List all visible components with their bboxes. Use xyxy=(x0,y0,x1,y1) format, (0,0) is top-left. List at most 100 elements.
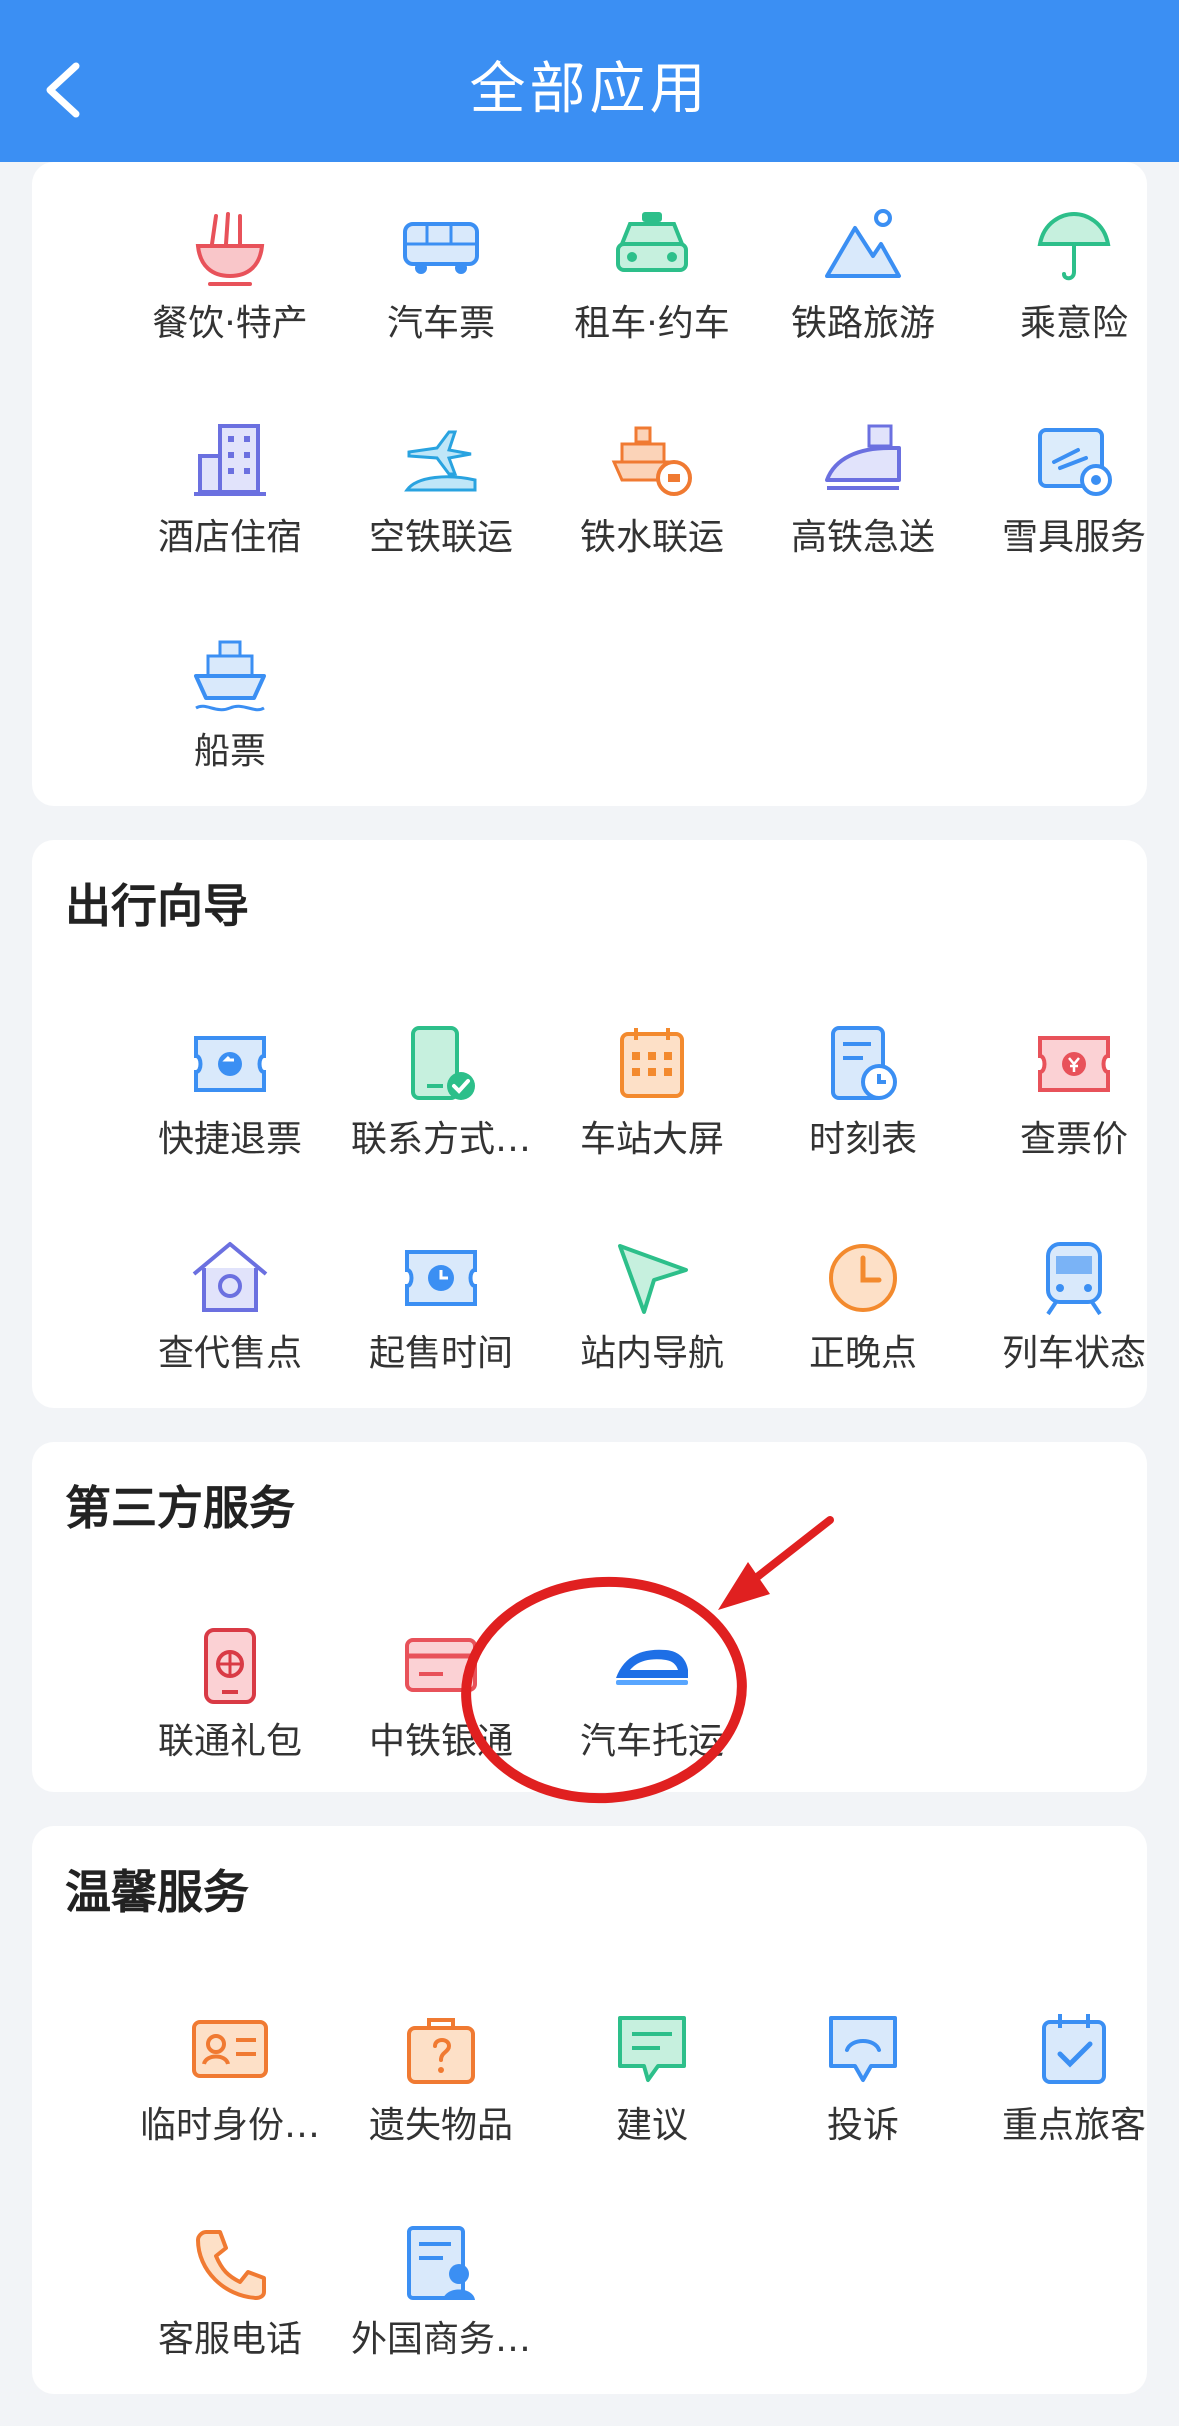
app-item-complaint[interactable]: 投诉 xyxy=(758,2006,968,2146)
lost-bag-icon xyxy=(407,2018,475,2084)
mountain-icon xyxy=(825,209,901,278)
station-screen-icon xyxy=(620,1028,684,1098)
suggestion-icon xyxy=(618,2016,686,2082)
phone-check-icon xyxy=(411,1026,475,1100)
app-item-unicom-gift[interactable]: 联通礼包 xyxy=(125,1622,335,1762)
app-item-label: 租车·约车 xyxy=(574,303,730,344)
id-card-icon xyxy=(192,2020,268,2078)
page-title: 全部应用 xyxy=(469,57,710,122)
app-item-air-rail[interactable]: 空铁联运 xyxy=(336,418,546,558)
express-train-icon xyxy=(825,424,901,490)
app-item-suggestion[interactable]: 建议 xyxy=(547,2006,757,2146)
app-item-delay-status[interactable]: 正晚点 xyxy=(758,1234,968,1374)
app-item-station-screen[interactable]: 车站大屏 xyxy=(547,1020,757,1160)
app-item-lost-items[interactable]: 遗失物品 xyxy=(336,2006,546,2146)
app-item-rail-water[interactable]: 铁水联运 xyxy=(547,418,757,558)
app-item-rail-tourism[interactable]: 铁路旅游 xyxy=(758,204,968,344)
app-item-car-shipping[interactable]: 汽车托运 xyxy=(547,1622,757,1762)
app-item-label: 站内导航 xyxy=(579,1333,724,1374)
ship-icon xyxy=(194,640,266,712)
app-item-service-hotline[interactable]: 客服电话 xyxy=(125,2220,335,2360)
hotel-building-icon xyxy=(194,424,266,496)
card-travel-services: 餐饮·特产 汽车票 租车·约车 铁路旅游 乘意险 酒店住宿 空铁联运 铁水联运 … xyxy=(32,162,1147,806)
app-item-label: 投诉 xyxy=(826,2105,899,2146)
app-item-train-status[interactable]: 列车状态 xyxy=(969,1234,1179,1374)
umbrella-icon xyxy=(1037,211,1111,281)
car-shipping-icon xyxy=(616,1649,688,1685)
app-item-label: 铁水联运 xyxy=(579,517,724,558)
app-item-sale-time[interactable]: 起售时间 xyxy=(336,1234,546,1374)
section-title: 出行向导 xyxy=(65,879,249,933)
app-item-label: 建议 xyxy=(615,2105,688,2146)
navigation-arrow-icon xyxy=(618,1244,688,1314)
plane-train-icon xyxy=(404,430,477,492)
app-header: 全部应用 xyxy=(0,0,1179,162)
refund-ticket-icon xyxy=(194,1036,266,1092)
app-item-label: 查票价 xyxy=(1019,1119,1128,1160)
app-item-timetable[interactable]: 时刻表 xyxy=(758,1020,968,1160)
app-item-label: 餐饮·特产 xyxy=(152,303,308,344)
bank-card-icon xyxy=(405,1638,477,1692)
app-item-label: 铁路旅游 xyxy=(790,303,935,344)
foreign-business-icon xyxy=(407,2226,475,2300)
app-item-label: 车站大屏 xyxy=(579,1119,724,1160)
app-item-label: 汽车托运 xyxy=(579,1721,724,1762)
app-item-label: 列车状态 xyxy=(1001,1333,1146,1374)
app-item-hsr-express[interactable]: 高铁急送 xyxy=(758,418,968,558)
card-travel-guide: 出行向导 快捷退票 联系方式… 车站大屏 时刻表 查票价 查代售点 起售时间 站… xyxy=(32,840,1147,1408)
app-item-ski-service[interactable]: 雪具服务 xyxy=(969,418,1179,558)
app-item-label: 汽车票 xyxy=(386,303,495,344)
app-item-station-nav[interactable]: 站内导航 xyxy=(547,1234,757,1374)
card-care-services: 温馨服务 临时身份… 遗失物品 建议 投诉 重点旅客 客服电话 外国商务… xyxy=(32,1826,1147,2394)
app-item-label: 正晚点 xyxy=(808,1333,917,1374)
app-item-label: 空铁联运 xyxy=(368,517,513,558)
app-item-foreign-business[interactable]: 外国商务… xyxy=(336,2220,546,2360)
app-item-label: 重点旅客 xyxy=(1001,2105,1146,2146)
app-item-agency-lookup[interactable]: 查代售点 xyxy=(125,1234,335,1374)
card-third-party: 第三方服务 联通礼包 中铁银通 汽车托运 xyxy=(32,1442,1147,1792)
app-item-label: 酒店住宿 xyxy=(157,517,302,558)
app-item-label: 遗失物品 xyxy=(368,2105,513,2146)
app-item-temp-id[interactable]: 临时身份… xyxy=(125,2006,335,2146)
priority-passenger-icon xyxy=(1042,2014,1106,2084)
bus-icon xyxy=(403,222,479,274)
app-item-priority-passenger[interactable]: 重点旅客 xyxy=(969,2006,1179,2146)
app-item-quick-refund[interactable]: 快捷退票 xyxy=(125,1020,335,1160)
app-item-label: 快捷退票 xyxy=(157,1119,302,1160)
section-title: 第三方服务 xyxy=(65,1481,295,1535)
app-item-label: 船票 xyxy=(193,731,266,772)
noodle-bowl-icon xyxy=(195,212,265,286)
app-item-label: 查代售点 xyxy=(157,1333,302,1374)
app-item-hotel[interactable]: 酒店住宿 xyxy=(125,418,335,558)
app-item-food[interactable]: 餐饮·特产 xyxy=(125,204,335,344)
timetable-icon xyxy=(831,1026,897,1100)
complaint-icon xyxy=(829,2016,897,2082)
app-item-car-rental[interactable]: 租车·约车 xyxy=(547,204,757,344)
clock-icon xyxy=(829,1244,897,1312)
app-item-label: 起售时间 xyxy=(368,1333,513,1374)
app-item-ship-ticket[interactable]: 船票 xyxy=(125,632,335,772)
section-title: 温馨服务 xyxy=(65,1865,249,1919)
phone-icon xyxy=(196,2230,266,2300)
ship-train-icon xyxy=(611,426,692,496)
app-item-label: 中铁银通 xyxy=(368,1721,513,1762)
app-item-ticket-price[interactable]: 查票价 xyxy=(969,1020,1179,1160)
unicom-phone-icon xyxy=(204,1628,256,1704)
app-item-label: 客服电话 xyxy=(157,2319,302,2360)
ski-service-icon xyxy=(1038,428,1112,496)
app-item-crcc-card[interactable]: 中铁银通 xyxy=(336,1622,546,1762)
app-item-label: 乘意险 xyxy=(1019,303,1128,344)
app-item-bus-ticket[interactable]: 汽车票 xyxy=(336,204,546,344)
app-item-label: 时刻表 xyxy=(808,1119,917,1160)
price-ticket-icon xyxy=(1038,1036,1110,1092)
app-item-contact-info[interactable]: 联系方式… xyxy=(336,1020,546,1160)
app-item-label: 临时身份… xyxy=(139,2105,320,2146)
app-item-label: 外国商务… xyxy=(350,2319,531,2360)
app-item-label: 联通礼包 xyxy=(157,1721,302,1762)
app-item-label: 高铁急送 xyxy=(790,517,935,558)
sale-time-icon xyxy=(405,1250,477,1306)
agency-house-icon xyxy=(192,1242,268,1312)
app-item-insurance[interactable]: 乘意险 xyxy=(969,204,1179,344)
app-item-label: 雪具服务 xyxy=(1001,517,1146,558)
app-item-label: 联系方式… xyxy=(350,1119,531,1160)
